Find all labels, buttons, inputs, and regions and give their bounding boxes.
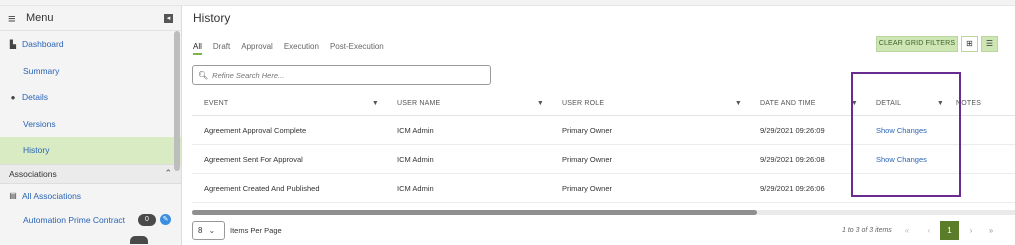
tab-bar: All Draft Approval Execution Post-Execut… <box>193 42 395 55</box>
highlight-box <box>851 72 961 197</box>
horizontal-scrollbar[interactable] <box>192 210 757 215</box>
sidebar-item-summary[interactable]: Summary <box>0 58 181 85</box>
tab-all[interactable]: All <box>193 42 202 55</box>
cell-user: ICM Admin <box>397 183 434 193</box>
cell-role: Primary Owner <box>562 183 613 193</box>
info-icon: ● <box>10 92 16 102</box>
document-icon: ▤ <box>9 191 17 200</box>
cell-date: 9/29/2021 09:26:09 <box>760 125 825 135</box>
search-icon: 🔍︎ <box>198 70 209 80</box>
contract-label: Automation Prime Contract <box>23 214 126 225</box>
associations-label: Associations <box>9 168 57 179</box>
cell-user: ICM Admin <box>397 154 434 164</box>
cell-role: Primary Owner <box>562 125 613 135</box>
sidebar-scrollbar[interactable] <box>174 31 180 171</box>
column-header-user-role[interactable]: USER ROLE ▼ <box>550 92 748 115</box>
items-per-page-label: Items Per Page <box>230 226 282 235</box>
sidebar-item-details[interactable]: ● Details <box>0 84 181 111</box>
count-badge: 0 <box>138 213 156 226</box>
cell-role: Primary Owner <box>562 154 613 164</box>
cell-user: ICM Admin <box>397 125 434 135</box>
page-number-button[interactable]: 1 <box>940 221 959 240</box>
chart-icon: ▙ <box>9 39 17 49</box>
page-title: History <box>193 11 231 25</box>
count-badge-partial <box>130 236 148 244</box>
sidebar: ≡ Menu ◂ ▙ Dashboard Summary ● Details V… <box>0 6 182 245</box>
sidebar-item-label: All Associations <box>22 190 82 201</box>
last-page-icon[interactable]: » <box>984 221 998 240</box>
column-label: USER NAME <box>397 100 441 107</box>
filter-icon[interactable]: ▼ <box>735 100 742 107</box>
sidebar-item-dashboard[interactable]: ▙ Dashboard <box>0 31 181 58</box>
cell-event: Agreement Created And Published <box>204 183 320 193</box>
cell-date: 9/29/2021 09:26:06 <box>760 183 825 193</box>
column-header-event[interactable]: EVENT ▼ <box>192 92 385 115</box>
sidebar-item-label: Summary <box>23 65 60 76</box>
sidebar-item-label: History <box>23 145 50 156</box>
menu-header: ≡ Menu ◂ <box>0 6 181 31</box>
sidebar-item-versions[interactable]: Versions <box>0 111 181 138</box>
associations-header[interactable]: Associations ⌃ <box>0 163 181 184</box>
per-page-value: 8 <box>198 226 203 235</box>
hamburger-icon[interactable]: ≡ <box>8 11 24 26</box>
tab-approval[interactable]: Approval <box>241 42 273 55</box>
column-label: DATE AND TIME <box>760 100 816 107</box>
tab-draft[interactable]: Draft <box>213 42 230 55</box>
cell-date: 9/29/2021 09:26:08 <box>760 154 825 164</box>
edit-icon[interactable]: ✎ <box>160 214 171 225</box>
tab-post-execution[interactable]: Post-Execution <box>330 42 384 55</box>
sidebar-item-all-associations[interactable]: ▤ All Associations <box>0 184 181 208</box>
filter-icon[interactable]: ▼ <box>537 100 544 107</box>
cell-event: Agreement Approval Complete <box>204 125 307 135</box>
search-input[interactable] <box>212 70 483 80</box>
next-page-icon[interactable]: › <box>964 221 978 240</box>
filter-icon[interactable]: ▼ <box>372 100 379 107</box>
search-box[interactable]: 🔍︎ <box>192 65 491 85</box>
collapse-sidebar-icon[interactable]: ◂ <box>164 13 173 23</box>
menu-title: Menu <box>26 12 54 24</box>
column-header-user-name[interactable]: USER NAME ▼ <box>385 92 550 115</box>
first-page-icon[interactable]: « <box>900 221 914 240</box>
sidebar-item-label: Dashboard <box>22 39 64 50</box>
item-count: 1 to 3 of 3 items <box>842 227 892 234</box>
chevron-down-icon: ⌄ <box>208 226 216 235</box>
sidebar-item-history[interactable]: History <box>0 137 181 164</box>
chevron-up-icon[interactable]: ⌃ <box>164 168 172 179</box>
clear-grid-filters-button[interactable]: CLEAR GRID FILTERS <box>876 36 958 52</box>
list-view-icon[interactable]: ☰ <box>981 36 998 52</box>
tab-execution[interactable]: Execution <box>284 42 319 55</box>
column-label: EVENT <box>204 100 229 107</box>
sidebar-item-contract[interactable]: Automation Prime Contract 0 ✎ <box>0 208 181 232</box>
cell-event: Agreement Sent For Approval <box>204 154 303 164</box>
sidebar-item-label: Details <box>22 92 48 103</box>
sidebar-item-label: Versions <box>23 118 56 129</box>
items-per-page-select[interactable]: 8 ⌄ <box>192 221 225 240</box>
column-label: USER ROLE <box>562 100 605 107</box>
column-header-date-time[interactable]: DATE AND TIME ▼ <box>748 92 864 115</box>
prev-page-icon[interactable]: ‹ <box>922 221 936 240</box>
grid-view-icon[interactable]: ⊞ <box>961 36 978 52</box>
